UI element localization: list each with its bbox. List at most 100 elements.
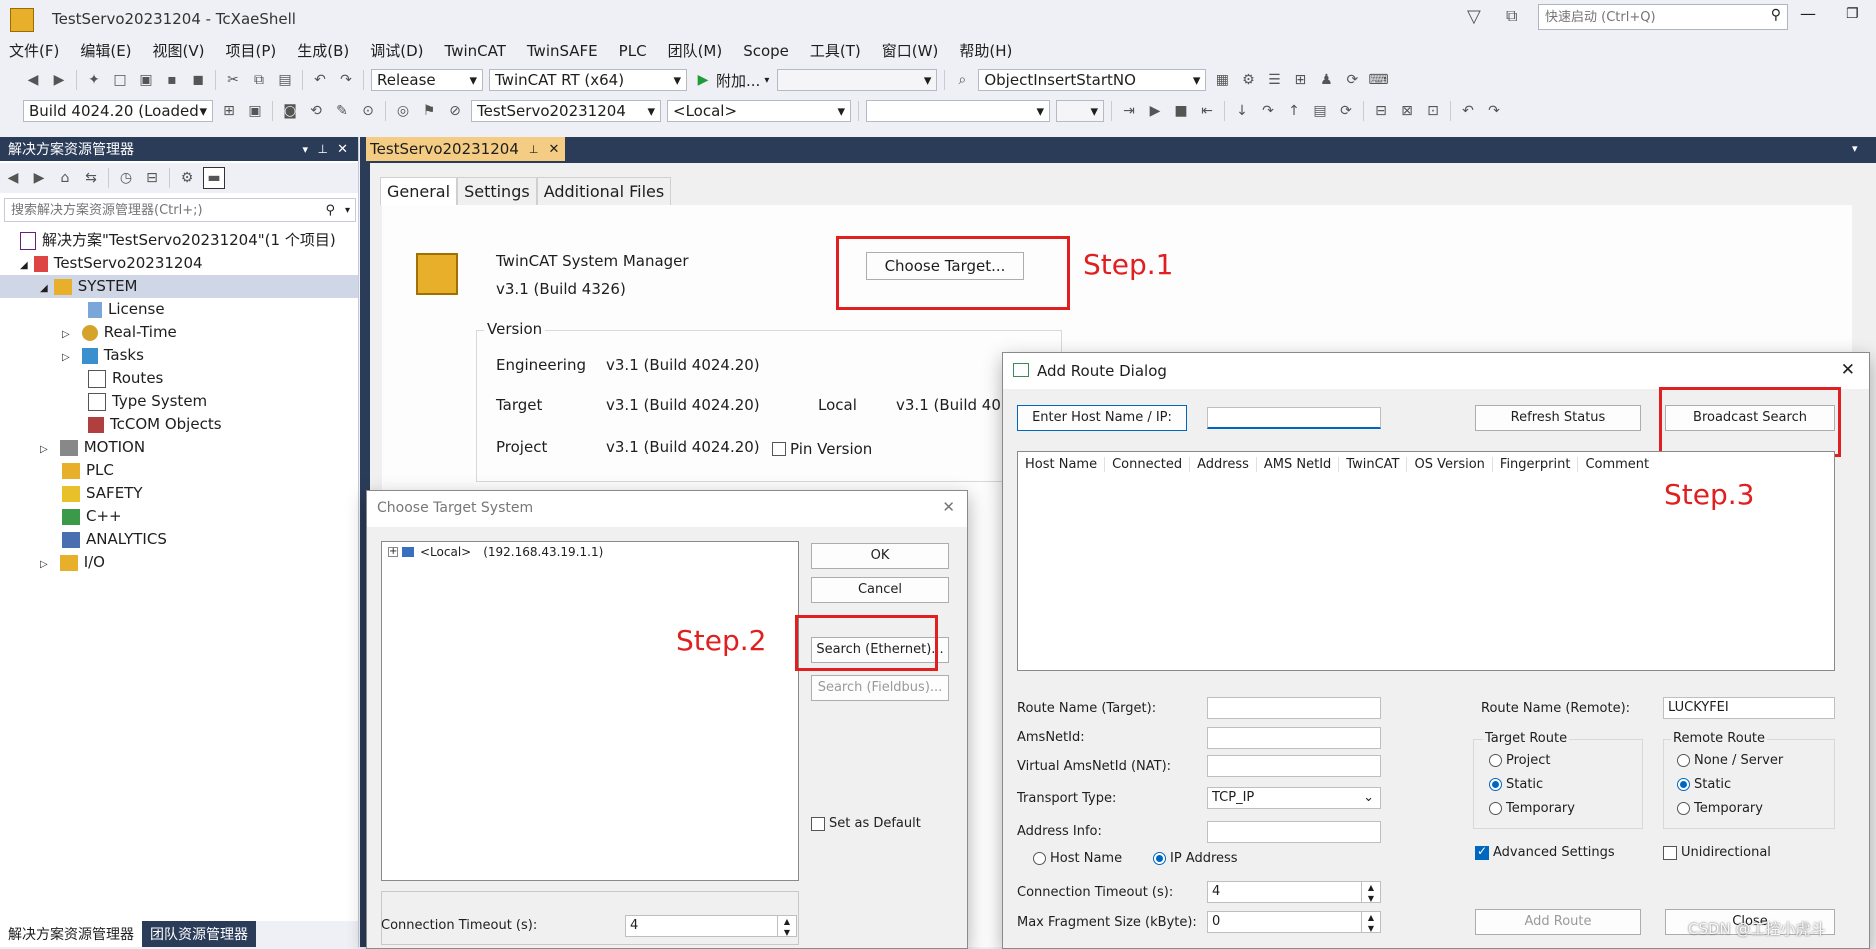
tree-item-analytics[interactable]: ANALYTICS: [0, 528, 358, 551]
menu-plc[interactable]: PLC: [610, 40, 659, 62]
search-icon[interactable]: ⚲: [1771, 7, 1781, 23]
target-dropdown[interactable]: <Local> ▾: [667, 100, 851, 122]
reset-icon[interactable]: ⟳: [1336, 101, 1356, 121]
reload-icon[interactable]: ⊙: [358, 101, 378, 121]
menu-view[interactable]: 视图(V): [144, 40, 217, 62]
collapse-all-icon[interactable]: ⊟: [142, 168, 162, 188]
write-icon[interactable]: ⊟: [1371, 101, 1391, 121]
menu-tools[interactable]: 工具(T): [801, 40, 873, 62]
column-twincat[interactable]: TwinCAT: [1339, 456, 1408, 472]
add-route-button[interactable]: Add Route: [1475, 909, 1641, 935]
breakpoint-icon[interactable]: ▤: [1310, 101, 1330, 121]
column-comment[interactable]: Comment: [1578, 457, 1656, 472]
close-icon[interactable]: ✕: [548, 142, 559, 157]
max-fragment-input[interactable]: 0 ▲ ▼: [1207, 911, 1381, 933]
paste-icon[interactable]: ▤: [275, 70, 295, 90]
toolbox-icon[interactable]: ⊞: [1290, 70, 1310, 90]
cut-icon[interactable]: ✂: [223, 70, 243, 90]
tree-item-motion[interactable]: ▷ MOTION: [0, 436, 358, 459]
tree-item-tasks[interactable]: ▷ Tasks: [0, 344, 358, 367]
spinner-icon[interactable]: ▲ ▼: [1361, 912, 1380, 933]
pending-changes-icon[interactable]: ◷: [116, 168, 136, 188]
document-tab[interactable]: TestServo20231204 ⊥ ✕: [366, 137, 566, 161]
tree-item-routes[interactable]: Routes: [0, 367, 358, 390]
column-fingerprint[interactable]: Fingerprint: [1493, 456, 1579, 472]
tree-item-io[interactable]: ▷ I/O: [0, 551, 358, 574]
close-icon[interactable]: ✕: [1841, 360, 1855, 380]
tab-team-explorer[interactable]: 团队资源管理器: [142, 921, 256, 947]
refresh-status-button[interactable]: Refresh Status: [1475, 405, 1641, 431]
set-default-checkbox[interactable]: Set as Default: [811, 816, 921, 831]
redo-icon[interactable]: ↷: [336, 70, 356, 90]
transport-type-dropdown[interactable]: TCP_IP ⌄: [1207, 787, 1381, 809]
attach-button[interactable]: 附加...: [716, 70, 760, 91]
restart-icon[interactable]: ⟲: [306, 101, 326, 121]
project-dropdown[interactable]: TestServo20231204 ▾: [471, 100, 661, 122]
tree-item-safety[interactable]: SAFETY: [0, 482, 358, 505]
undo-icon[interactable]: ↶: [310, 70, 330, 90]
tree-item-cpp[interactable]: C++: [0, 505, 358, 528]
menu-team[interactable]: 团队(M): [659, 40, 735, 62]
scan-icon[interactable]: ✎: [332, 101, 352, 121]
target-route-project-radio[interactable]: Project: [1489, 753, 1550, 768]
amsnetid-input[interactable]: [1207, 727, 1381, 749]
close-icon[interactable]: ✕: [942, 498, 955, 516]
search-icon[interactable]: ⚲: [325, 203, 335, 218]
remote-route-none-radio[interactable]: None / Server: [1677, 753, 1783, 768]
tab-general[interactable]: General: [380, 177, 458, 205]
route-name-remote-input[interactable]: LUCKYFEI: [1663, 697, 1835, 719]
tree-project[interactable]: ◢ TestServo20231204: [0, 252, 358, 275]
column-os-version[interactable]: OS Version: [1407, 456, 1493, 472]
target-route-static-radio[interactable]: Static: [1489, 777, 1543, 792]
open-folder-icon[interactable]: ▣: [136, 70, 156, 90]
back-icon[interactable]: ◀: [3, 168, 23, 188]
save-all-icon[interactable]: ◼: [188, 70, 208, 90]
host-name-radio[interactable]: Host Name: [1033, 851, 1122, 866]
search-fieldbus-button[interactable]: Search (Fieldbus)...: [811, 675, 949, 701]
stop-icon[interactable]: ■: [1171, 101, 1191, 121]
feedback-icon[interactable]: ⧉: [1506, 6, 1517, 26]
menu-debug[interactable]: 调试(D): [361, 40, 435, 62]
play-icon[interactable]: ▶: [693, 70, 713, 90]
remote-route-static-radio[interactable]: Static: [1677, 777, 1731, 792]
menu-build[interactable]: 生成(B): [288, 40, 361, 62]
column-host-name[interactable]: Host Name: [1018, 456, 1106, 472]
team-icon[interactable]: ♟: [1316, 70, 1336, 90]
expand-icon[interactable]: +: [388, 547, 398, 557]
virtual-amsnetid-input[interactable]: [1207, 755, 1381, 777]
pane-menu-icon[interactable]: ▾: [302, 143, 308, 156]
solution-search-box[interactable]: ⚲ ▾: [4, 198, 356, 222]
switch-views-icon[interactable]: ⇆: [81, 168, 101, 188]
column-connected[interactable]: Connected: [1105, 456, 1191, 472]
target-route-temporary-radio[interactable]: Temporary: [1489, 801, 1575, 816]
preview-icon[interactable]: ▬: [203, 167, 225, 189]
tree-item-tccom[interactable]: TcCOM Objects: [0, 413, 358, 436]
step-over-icon[interactable]: ↷: [1258, 101, 1278, 121]
empty-dropdown[interactable]: ▾: [777, 69, 938, 91]
quick-launch-box[interactable]: ⚲: [1538, 4, 1788, 30]
unidirectional-checkbox[interactable]: Unidirectional: [1663, 845, 1771, 860]
menu-file[interactable]: 文件(F): [0, 40, 71, 62]
platform-dropdown[interactable]: TwinCAT RT (x64) ▾: [489, 69, 687, 91]
filter-icon[interactable]: ▽: [1467, 6, 1481, 27]
tab-solution-explorer[interactable]: 解决方案资源管理器: [0, 921, 142, 947]
remote-route-temporary-radio[interactable]: Temporary: [1677, 801, 1763, 816]
step-out-icon[interactable]: ↑: [1284, 101, 1304, 121]
tab-additional-files[interactable]: Additional Files: [536, 177, 672, 205]
release-icon[interactable]: ⊡: [1423, 101, 1443, 121]
menu-help[interactable]: 帮助(H): [950, 40, 1024, 62]
small-dropdown[interactable]: ▾: [1056, 100, 1104, 122]
tab-settings[interactable]: Settings: [457, 177, 537, 205]
terminal-icon[interactable]: ⌨: [1368, 70, 1388, 90]
logout-icon[interactable]: ⇤: [1197, 101, 1217, 121]
menu-window[interactable]: 窗口(W): [873, 40, 951, 62]
tree-item-plc[interactable]: PLC: [0, 459, 358, 482]
column-ams-netid[interactable]: AMS NetId: [1257, 456, 1340, 472]
ok-button[interactable]: OK: [811, 543, 949, 569]
step-into-icon[interactable]: ↓: [1232, 101, 1252, 121]
host-ip-input[interactable]: [1207, 407, 1381, 429]
ip-address-radio[interactable]: IP Address: [1153, 851, 1238, 866]
tree-item-type-system[interactable]: Type System: [0, 390, 358, 413]
properties-icon[interactable]: ⚙: [177, 168, 197, 188]
tree-item-license[interactable]: License: [0, 298, 358, 321]
